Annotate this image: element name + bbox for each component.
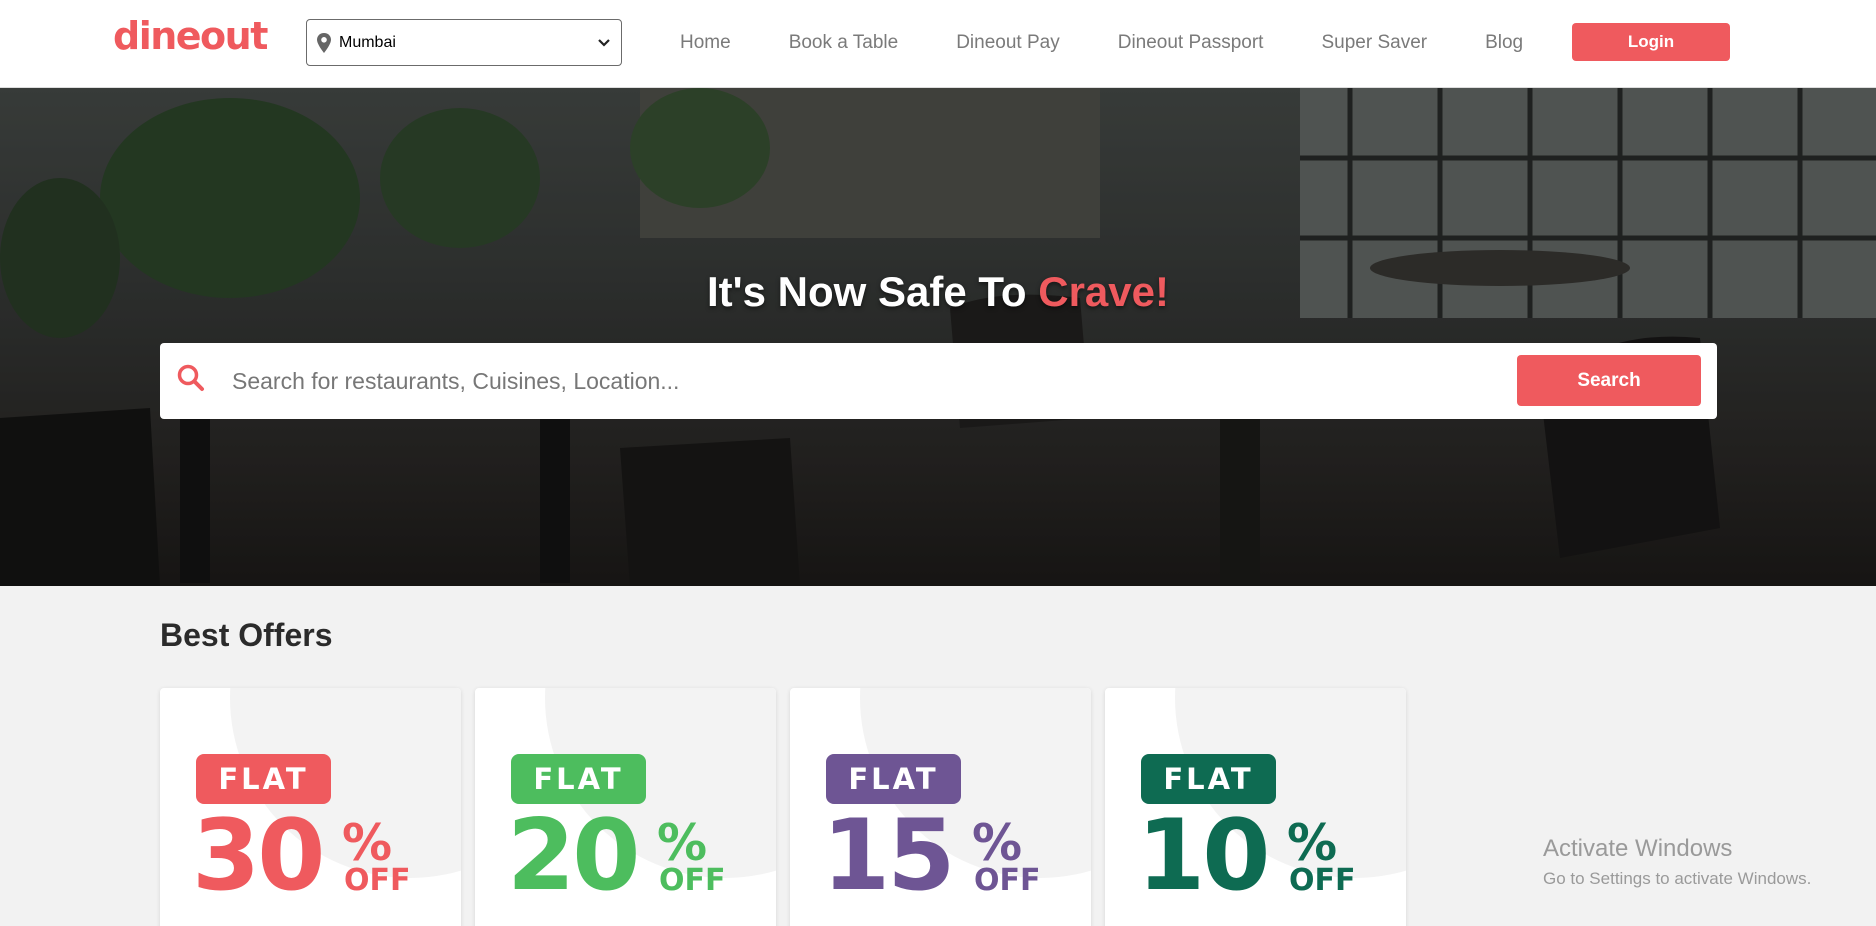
dineout-logo[interactable]: dineout bbox=[113, 14, 268, 58]
city-select-value: Mumbai bbox=[339, 33, 396, 51]
percent-sign: % bbox=[1287, 814, 1338, 872]
nav-dineout-pay[interactable]: Dineout Pay bbox=[956, 32, 1060, 54]
search-button[interactable]: Search bbox=[1517, 355, 1701, 406]
flat-badge: FLAT bbox=[511, 754, 646, 804]
offer-value: 15 bbox=[822, 799, 955, 913]
hero-banner: It's Now Safe To Crave! Search bbox=[0, 88, 1876, 586]
search-icon bbox=[177, 364, 204, 391]
offer-value: 10 bbox=[1137, 799, 1270, 913]
flat-badge: FLAT bbox=[826, 754, 961, 804]
top-header: dineout Mumbai Home Book a Table Dineout… bbox=[0, 0, 1876, 88]
search-bar: Search bbox=[160, 343, 1717, 419]
hero-title-accent: Crave! bbox=[1038, 268, 1169, 315]
offer-value: 30 bbox=[192, 799, 325, 913]
main-nav: Home Book a Table Dineout Pay Dineout Pa… bbox=[680, 0, 1523, 86]
nav-dineout-passport[interactable]: Dineout Passport bbox=[1118, 32, 1264, 54]
search-input[interactable] bbox=[232, 357, 1632, 405]
watermark-title: Activate Windows bbox=[1543, 835, 1733, 862]
city-select[interactable]: Mumbai bbox=[306, 19, 622, 66]
login-button[interactable]: Login bbox=[1572, 23, 1730, 61]
flat-badge: FLAT bbox=[1141, 754, 1276, 804]
off-label: OFF bbox=[974, 863, 1041, 898]
nav-super-saver[interactable]: Super Saver bbox=[1321, 32, 1427, 54]
restaurant-background-image bbox=[0, 88, 1876, 586]
chevron-down-icon bbox=[598, 38, 610, 47]
best-offers-title: Best Offers bbox=[160, 617, 333, 653]
off-label: OFF bbox=[344, 863, 411, 898]
map-pin-icon bbox=[317, 32, 331, 53]
offer-card-30[interactable]: FLAT 30 % OFF bbox=[160, 688, 461, 926]
offer-card-10[interactable]: FLAT 10 % OFF bbox=[1105, 688, 1406, 926]
off-label: OFF bbox=[1289, 863, 1356, 898]
nav-book-a-table[interactable]: Book a Table bbox=[789, 32, 899, 54]
hero-title: It's Now Safe To Crave! bbox=[0, 268, 1876, 316]
hero-title-prefix: It's Now Safe To bbox=[707, 268, 1039, 315]
offer-value: 20 bbox=[507, 799, 640, 913]
percent-sign: % bbox=[342, 814, 393, 872]
off-label: OFF bbox=[659, 863, 726, 898]
nav-blog[interactable]: Blog bbox=[1485, 32, 1523, 54]
windows-activation-watermark: Activate Windows Go to Settings to activ… bbox=[1543, 835, 1811, 889]
watermark-subtitle: Go to Settings to activate Windows. bbox=[1543, 869, 1812, 888]
offer-card-15[interactable]: FLAT 15 % OFF bbox=[790, 688, 1091, 926]
offer-card-20[interactable]: FLAT 20 % OFF bbox=[475, 688, 776, 926]
flat-badge: FLAT bbox=[196, 754, 331, 804]
percent-sign: % bbox=[972, 814, 1023, 872]
nav-home[interactable]: Home bbox=[680, 32, 731, 54]
percent-sign: % bbox=[657, 814, 708, 872]
